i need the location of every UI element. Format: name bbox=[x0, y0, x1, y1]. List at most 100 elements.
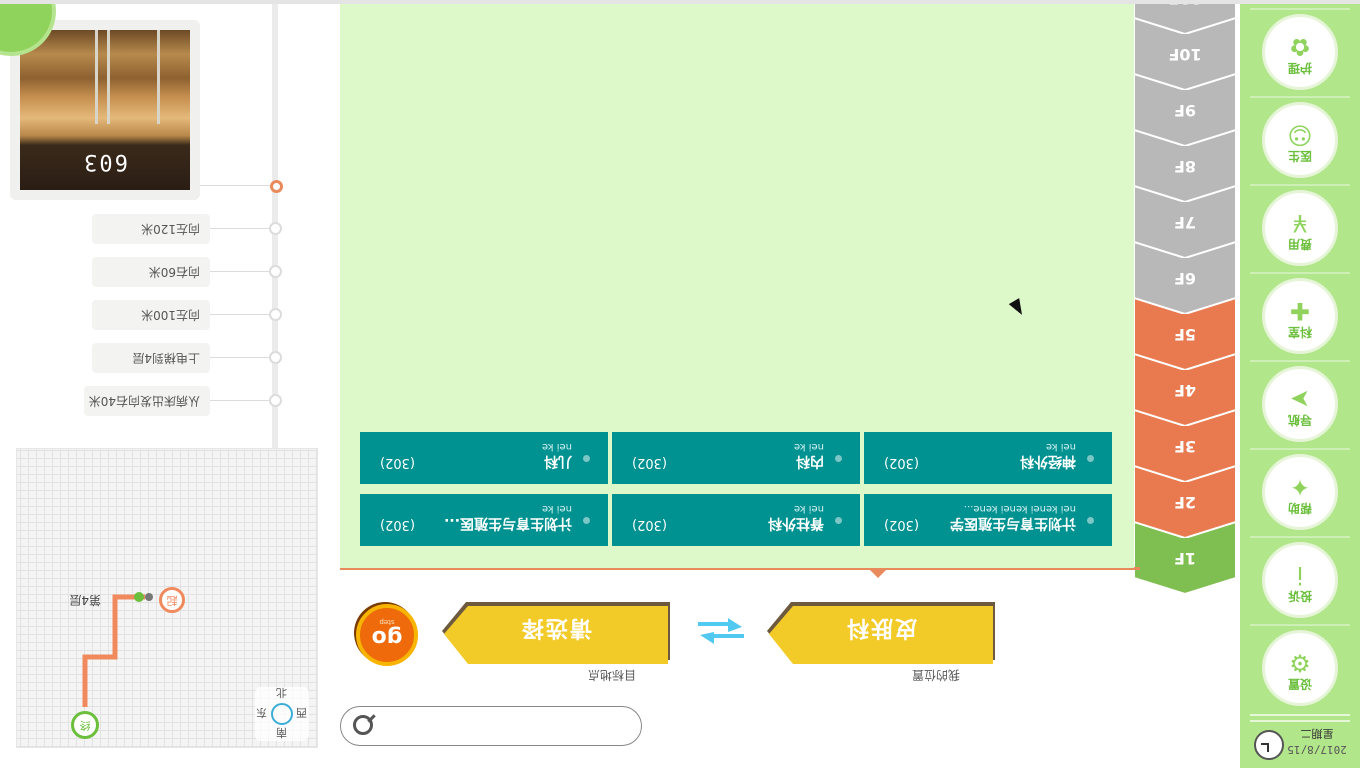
department-room: (302) bbox=[884, 455, 919, 470]
route-step: 向左100米 bbox=[92, 300, 210, 330]
route-step-connector bbox=[208, 314, 270, 315]
room-number: 603 bbox=[82, 149, 128, 174]
nav-button[interactable]: 医生 ☺ bbox=[1262, 102, 1338, 178]
nav-button[interactable]: 设置 ⚙ bbox=[1262, 630, 1338, 706]
start-marker: 起 bbox=[159, 587, 185, 613]
cross-icon: ✚ bbox=[1289, 297, 1311, 325]
floor-label: 10F bbox=[1168, 45, 1202, 64]
nav-item-7[interactable]: 护理 ✿ bbox=[1250, 8, 1350, 96]
department-button[interactable]: 神经外科 (302) nei ke bbox=[864, 432, 1112, 484]
my-location-label: 我的位置 bbox=[912, 668, 961, 682]
go-label: go bbox=[371, 625, 403, 650]
floor-label: 4F bbox=[1173, 381, 1197, 400]
floor-label: 8F bbox=[1173, 157, 1197, 176]
nav-label: 投诉 bbox=[1288, 589, 1313, 603]
sidebar-divider bbox=[1250, 714, 1350, 722]
route-step-connector bbox=[208, 228, 270, 229]
department-button[interactable]: 计划生育与生殖医学 (302) nei kenei kenei kene... bbox=[864, 494, 1112, 546]
floor-map[interactable]: 北 南 东 西 终 起 第4层 bbox=[16, 448, 318, 748]
department-room: (302) bbox=[380, 517, 415, 532]
route-step-dot bbox=[269, 394, 282, 407]
department-pinyin: nei ke bbox=[793, 441, 824, 452]
department-pinyin: nei ke bbox=[1045, 441, 1076, 452]
department-button[interactable]: 内科 (302) nei ke bbox=[612, 432, 860, 484]
nav-item-5[interactable]: 费用 ¥ bbox=[1250, 184, 1350, 272]
nav-button[interactable]: 投诉 i bbox=[1262, 542, 1338, 618]
route-step-dot bbox=[269, 308, 282, 321]
my-location-card[interactable]: 皮肤科 bbox=[767, 598, 995, 664]
route-step-connector bbox=[208, 271, 270, 272]
go-button[interactable]: go step bbox=[356, 604, 418, 666]
my-location-value: 皮肤科 bbox=[845, 615, 918, 640]
floor-label: 9F bbox=[1173, 101, 1197, 120]
care-icon: ✿ bbox=[1289, 33, 1311, 61]
floor-label: 1F bbox=[1173, 549, 1197, 568]
route-step-connector bbox=[208, 400, 270, 401]
floor-label: 2F bbox=[1173, 493, 1197, 512]
department-dot bbox=[835, 455, 842, 462]
route-step: 从病床出发向右40米 bbox=[84, 386, 210, 416]
swap-icon[interactable] bbox=[698, 616, 744, 646]
nav-label: 科室 bbox=[1288, 325, 1313, 339]
nav-label: 费用 bbox=[1288, 237, 1313, 251]
nav-label: 医生 bbox=[1288, 149, 1313, 163]
clock-widget: 2017/8/15 星期二 bbox=[1248, 724, 1352, 762]
nav-button[interactable]: 科室 ✚ bbox=[1262, 278, 1338, 354]
department-pinyin: nei kenei kenei kene... bbox=[963, 503, 1076, 514]
start-marker-label: 起 bbox=[166, 594, 178, 607]
route-step: 向右60米 bbox=[92, 257, 210, 287]
department-button[interactable]: 脊柱外科 (302) nei ke bbox=[612, 494, 860, 546]
nav-item-1[interactable]: 投诉 i bbox=[1250, 536, 1350, 624]
department-button[interactable]: 儿科 (302) nei ke bbox=[360, 432, 608, 484]
navigation-arrow-icon: ➤ bbox=[1289, 385, 1311, 413]
floor-label: 3F bbox=[1173, 437, 1197, 456]
department-button[interactable]: 计划生育与生殖医... (302) nei ke bbox=[360, 494, 608, 546]
search-icon bbox=[353, 715, 373, 735]
nav-button[interactable]: 费用 ¥ bbox=[1262, 190, 1338, 266]
department-dot bbox=[1087, 517, 1094, 524]
nav-label: 护理 bbox=[1288, 61, 1313, 75]
department-name: 脊柱外科 bbox=[768, 515, 824, 531]
clock-icon bbox=[1254, 730, 1284, 760]
nav-label: 设置 bbox=[1288, 677, 1313, 691]
department-dot bbox=[835, 517, 842, 524]
go-sub-label: step bbox=[379, 618, 395, 626]
route-step: 向左120米 bbox=[92, 214, 210, 244]
search-input[interactable] bbox=[340, 706, 642, 746]
app-root: 2017/8/15 星期二 设置 ⚙ 投诉 i 帮助 ✦ 导航 ➤ 科室 ✚ 费用 ¥ 医生 ☺ 护理 ✿ 1… bbox=[0, 0, 1360, 768]
nav-item-2[interactable]: 帮助 ✦ bbox=[1250, 448, 1350, 536]
nav-label: 帮助 bbox=[1288, 501, 1313, 515]
photo-connector bbox=[200, 185, 270, 186]
divider-pointer bbox=[868, 568, 888, 578]
nav-button[interactable]: 帮助 ✦ bbox=[1262, 454, 1338, 530]
destination-photo-card: 603 bbox=[10, 20, 200, 200]
department-pinyin: nei ke bbox=[541, 441, 572, 452]
nav-button[interactable]: 护理 ✿ bbox=[1262, 14, 1338, 90]
department-name: 计划生育与生殖医学 bbox=[950, 515, 1076, 531]
target-card[interactable]: 请选择 bbox=[442, 598, 670, 664]
nav-button[interactable]: 导航 ➤ bbox=[1262, 366, 1338, 442]
department-dot bbox=[583, 455, 590, 462]
nav-item-0[interactable]: 设置 ⚙ bbox=[1250, 624, 1350, 712]
yuan-coin-icon: ¥ bbox=[1292, 209, 1308, 237]
department-name: 内科 bbox=[796, 453, 824, 469]
nav-item-3[interactable]: 导航 ➤ bbox=[1250, 360, 1350, 448]
floor-label: 5F bbox=[1173, 325, 1197, 344]
floor-button[interactable]: 11F bbox=[1134, 0, 1236, 34]
sidebar: 2017/8/15 星期二 设置 ⚙ 投诉 i 帮助 ✦ 导航 ➤ 科室 ✚ 费用 ¥ 医生 ☺ 护理 ✿ bbox=[1240, 0, 1360, 768]
department-room: (302) bbox=[632, 517, 667, 532]
department-room: (302) bbox=[380, 455, 415, 470]
route-step-connector bbox=[208, 357, 270, 358]
route-step-dot bbox=[269, 351, 282, 364]
department-name: 神经外科 bbox=[1020, 453, 1076, 469]
nav-item-4[interactable]: 科室 ✚ bbox=[1250, 272, 1350, 360]
current-date: 2017/8/15 bbox=[1287, 743, 1347, 756]
bottom-border bbox=[0, 0, 1360, 4]
gear-icon: ⚙ bbox=[1289, 649, 1311, 677]
target-label: 目标地点 bbox=[588, 668, 637, 682]
floor-label: 7F bbox=[1173, 213, 1197, 232]
department-pinyin: nei ke bbox=[793, 503, 824, 514]
floor-label: 6F bbox=[1173, 269, 1197, 288]
lightbulb-icon: ✦ bbox=[1289, 473, 1311, 501]
nav-item-6[interactable]: 医生 ☺ bbox=[1250, 96, 1350, 184]
